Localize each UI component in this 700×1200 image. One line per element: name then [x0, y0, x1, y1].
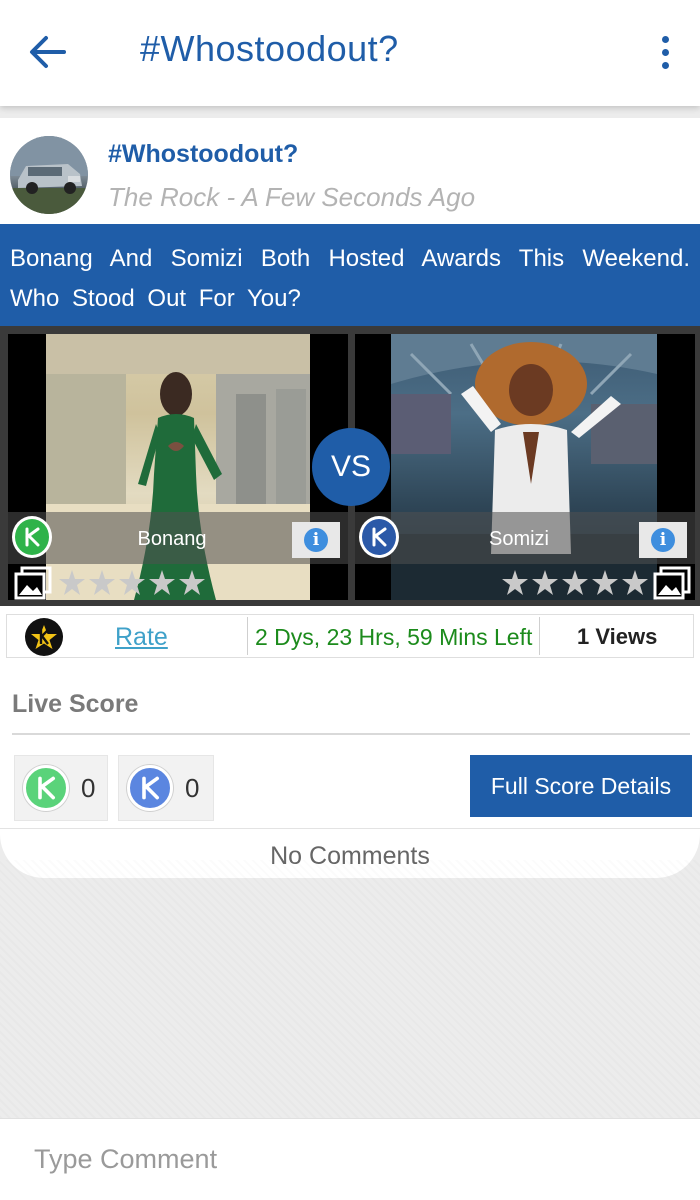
- star-icon[interactable]: [118, 568, 146, 598]
- info-row: Rate 2 Dys, 23 Hrs, 59 Mins Left 1 Views: [6, 614, 694, 658]
- app-title: #Whostoodout?: [140, 28, 399, 69]
- star-icon[interactable]: [621, 568, 649, 598]
- gallery-icon[interactable]: [14, 566, 52, 600]
- rate-star-icon[interactable]: [25, 618, 63, 656]
- star-icon[interactable]: [178, 568, 206, 598]
- rate-link[interactable]: Rate: [115, 623, 168, 652]
- time-left: 2 Dys, 23 Hrs, 59 Mins Left: [255, 624, 533, 650]
- score-right-value: 0: [185, 772, 200, 803]
- post-header: #Whostoodout? The Rock - A Few Seconds A…: [0, 118, 700, 224]
- divider: [247, 617, 248, 655]
- comment-bar: [0, 1118, 700, 1200]
- avatar[interactable]: [10, 136, 88, 214]
- rating-stars-right[interactable]: [501, 568, 649, 598]
- star-icon[interactable]: [88, 568, 116, 598]
- team-green-icon: [23, 765, 69, 811]
- divider: [539, 617, 540, 655]
- star-icon[interactable]: [591, 568, 619, 598]
- back-button[interactable]: [24, 30, 72, 74]
- team-blue-icon: [127, 765, 173, 811]
- rating-stars-left[interactable]: [58, 568, 206, 598]
- team-blue-badge: [359, 516, 399, 558]
- info-button-right[interactable]: i: [639, 522, 687, 558]
- post-card: #Whostoodout? The Rock - A Few Seconds A…: [0, 118, 700, 878]
- star-icon[interactable]: [58, 568, 86, 598]
- score-left: 0: [14, 755, 108, 821]
- views-count: 1 Views: [577, 624, 658, 649]
- post-title[interactable]: #Whostoodout?: [108, 140, 298, 169]
- app-bar: #Whostoodout?: [0, 0, 700, 106]
- team-green-badge: [12, 516, 52, 558]
- contestant-right-name: Somizi: [488, 528, 549, 550]
- contestant-left[interactable]: Bonang i: [8, 334, 348, 600]
- question-text: Bonang And Somizi Both Hosted Awards Thi…: [0, 224, 700, 326]
- star-icon[interactable]: [561, 568, 589, 598]
- info-button-left[interactable]: i: [292, 522, 340, 558]
- versus-section: Bonang i VS Somizi i: [0, 326, 700, 606]
- live-score-title: Live Score: [12, 690, 139, 718]
- arrow-left-icon: [30, 36, 66, 68]
- info-icon: i: [304, 528, 328, 552]
- star-icon[interactable]: [501, 568, 529, 598]
- star-icon[interactable]: [531, 568, 559, 598]
- info-icon: i: [651, 528, 675, 552]
- full-score-details-button[interactable]: Full Score Details: [470, 755, 692, 817]
- team-k-icon: [372, 527, 387, 547]
- score-left-value: 0: [81, 772, 96, 803]
- background: [0, 860, 700, 1118]
- post-meta: The Rock - A Few Seconds Ago: [108, 182, 476, 212]
- star-icon[interactable]: [148, 568, 176, 598]
- more-vert-icon[interactable]: [650, 30, 680, 74]
- contestant-left-name: Bonang: [137, 528, 207, 550]
- vs-badge: VS: [312, 428, 390, 506]
- divider: [0, 828, 700, 829]
- comment-input[interactable]: [34, 1137, 674, 1181]
- score-right: 0: [118, 755, 214, 821]
- team-k-icon: [25, 527, 40, 547]
- contestant-right[interactable]: Somizi i: [355, 334, 695, 600]
- gallery-icon[interactable]: [653, 566, 691, 600]
- divider: [12, 733, 690, 735]
